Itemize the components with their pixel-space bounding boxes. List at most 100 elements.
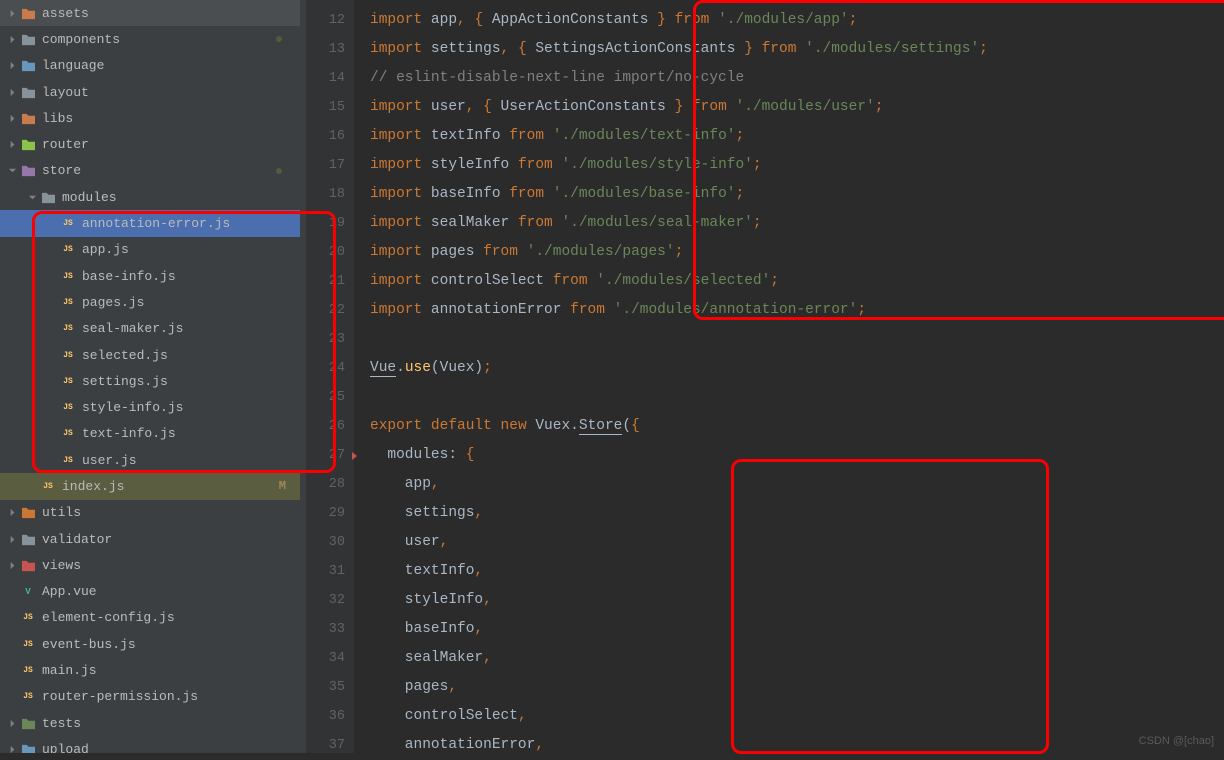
line-number[interactable]: 16 [306,122,354,151]
code-line-31[interactable]: textInfo, [370,557,1224,586]
tree-item-store[interactable]: store [0,158,300,184]
tree-item-components[interactable]: components [0,26,300,52]
code-line-21[interactable]: import controlSelect from './modules/sel… [370,267,1224,296]
line-number[interactable]: 35 [306,673,354,702]
tree-item-router[interactable]: router [0,131,300,157]
code-line-17[interactable]: import styleInfo from './modules/style-i… [370,151,1224,180]
code-line-15[interactable]: import user, { UserActionConstants } fro… [370,93,1224,122]
line-number[interactable]: 14 [306,64,354,93]
line-number[interactable]: 13 [306,35,354,64]
line-number[interactable]: 37 [306,731,354,760]
tree-item-style-info-js[interactable]: JSstyle-info.js [0,394,300,420]
chevron-right-icon[interactable] [6,33,18,45]
tree-item-validator[interactable]: validator [0,526,300,552]
tree-item-libs[interactable]: libs [0,105,300,131]
code-line-13[interactable]: import settings, { SettingsActionConstan… [370,35,1224,64]
code-line-30[interactable]: user, [370,528,1224,557]
code-line-16[interactable]: import textInfo from './modules/text-inf… [370,122,1224,151]
code-line-20[interactable]: import pages from './modules/pages'; [370,238,1224,267]
line-number[interactable]: 28 [306,470,354,499]
code-line-28[interactable]: app, [370,470,1224,499]
line-number[interactable]: 19 [306,209,354,238]
chevron-right-icon[interactable] [6,533,18,545]
line-number[interactable]: 17 [306,151,354,180]
code-line-18[interactable]: import baseInfo from './modules/base-inf… [370,180,1224,209]
code-line-24[interactable]: Vue.use(Vuex); [370,354,1224,383]
folder-icon [20,715,36,731]
line-number[interactable]: 33 [306,615,354,644]
chevron-right-icon[interactable] [6,559,18,571]
tree-item-user-js[interactable]: JSuser.js [0,447,300,473]
code-line-29[interactable]: settings, [370,499,1224,528]
chevron-down-icon[interactable] [26,191,38,203]
line-number[interactable]: 22 [306,296,354,325]
tree-item-views[interactable]: views [0,552,300,578]
code-line-37[interactable]: annotationError, [370,731,1224,760]
tree-item-layout[interactable]: layout [0,79,300,105]
tree-item-tests[interactable]: tests [0,710,300,736]
tree-item-seal-maker-js[interactable]: JSseal-maker.js [0,316,300,342]
tree-item-language[interactable]: language [0,53,300,79]
line-number[interactable]: 21 [306,267,354,296]
line-number[interactable]: 27 [306,441,354,470]
line-number[interactable]: 26 [306,412,354,441]
line-number[interactable]: 25 [306,383,354,412]
tree-item-assets[interactable]: assets [0,0,300,26]
code-area[interactable]: import app, { AppActionConstants } from … [354,0,1224,753]
chevron-right-icon[interactable] [6,717,18,729]
code-line-12[interactable]: import app, { AppActionConstants } from … [370,6,1224,35]
chevron-right-icon[interactable] [6,743,18,753]
line-number[interactable]: 36 [306,702,354,731]
code-line-27[interactable]: modules: { [370,441,1224,470]
tree-item-base-info-js[interactable]: JSbase-info.js [0,263,300,289]
chevron-right-icon[interactable] [6,507,18,519]
code-line-26[interactable]: export default new Vuex.Store({ [370,412,1224,441]
tree-item-text-info-js[interactable]: JStext-info.js [0,421,300,447]
chevron-down-icon[interactable] [6,165,18,177]
line-number[interactable]: 20 [306,238,354,267]
tree-item-settings-js[interactable]: JSsettings.js [0,368,300,394]
chevron-right-icon[interactable] [6,60,18,72]
code-line-36[interactable]: controlSelect, [370,702,1224,731]
js-file-icon: JS [60,426,76,442]
code-line-32[interactable]: styleInfo, [370,586,1224,615]
code-line-22[interactable]: import annotationError from './modules/a… [370,296,1224,325]
tree-item-router-permission-js[interactable]: JSrouter-permission.js [0,684,300,710]
tree-item-annotation-error-js[interactable]: JSannotation-error.js [0,210,300,236]
code-line-19[interactable]: import sealMaker from './modules/seal-ma… [370,209,1224,238]
tree-item-index-js[interactable]: JSindex.jsM [0,473,300,499]
tree-item-utils[interactable]: utils [0,500,300,526]
line-number[interactable]: 23 [306,325,354,354]
code-line-33[interactable]: baseInfo, [370,615,1224,644]
tree-item-label: app.js [82,242,129,257]
code-line-23[interactable] [370,325,1224,354]
line-number[interactable]: 18 [306,180,354,209]
line-number[interactable]: 15 [306,93,354,122]
line-number[interactable]: 29 [306,499,354,528]
tree-item-selected-js[interactable]: JSselected.js [0,342,300,368]
tree-item-app-js[interactable]: JSapp.js [0,237,300,263]
line-number[interactable]: 32 [306,586,354,615]
line-number[interactable]: 24 [306,354,354,383]
tree-item-element-config-js[interactable]: JSelement-config.js [0,605,300,631]
tree-item-pages-js[interactable]: JSpages.js [0,289,300,315]
code-line-34[interactable]: sealMaker, [370,644,1224,673]
tree-item-upload[interactable]: upload [0,736,300,753]
line-number[interactable]: 30 [306,528,354,557]
chevron-right-icon[interactable] [6,112,18,124]
line-number[interactable]: 12 [306,6,354,35]
code-line-35[interactable]: pages, [370,673,1224,702]
chevron-right-icon[interactable] [6,7,18,19]
line-number[interactable]: 31 [306,557,354,586]
code-line-14[interactable]: // eslint-disable-next-line import/no-cy… [370,64,1224,93]
tree-item-label: tests [42,716,81,731]
code-line-25[interactable] [370,383,1224,412]
line-number-gutter[interactable]: 1213141516171819202122232425262728293031… [306,0,354,753]
tree-item-modules[interactable]: modules [0,184,300,210]
tree-item-App-vue[interactable]: VApp.vue [0,579,300,605]
line-number[interactable]: 34 [306,644,354,673]
tree-item-main-js[interactable]: JSmain.js [0,657,300,683]
tree-item-event-bus-js[interactable]: JSevent-bus.js [0,631,300,657]
chevron-right-icon[interactable] [6,86,18,98]
chevron-right-icon[interactable] [6,139,18,151]
